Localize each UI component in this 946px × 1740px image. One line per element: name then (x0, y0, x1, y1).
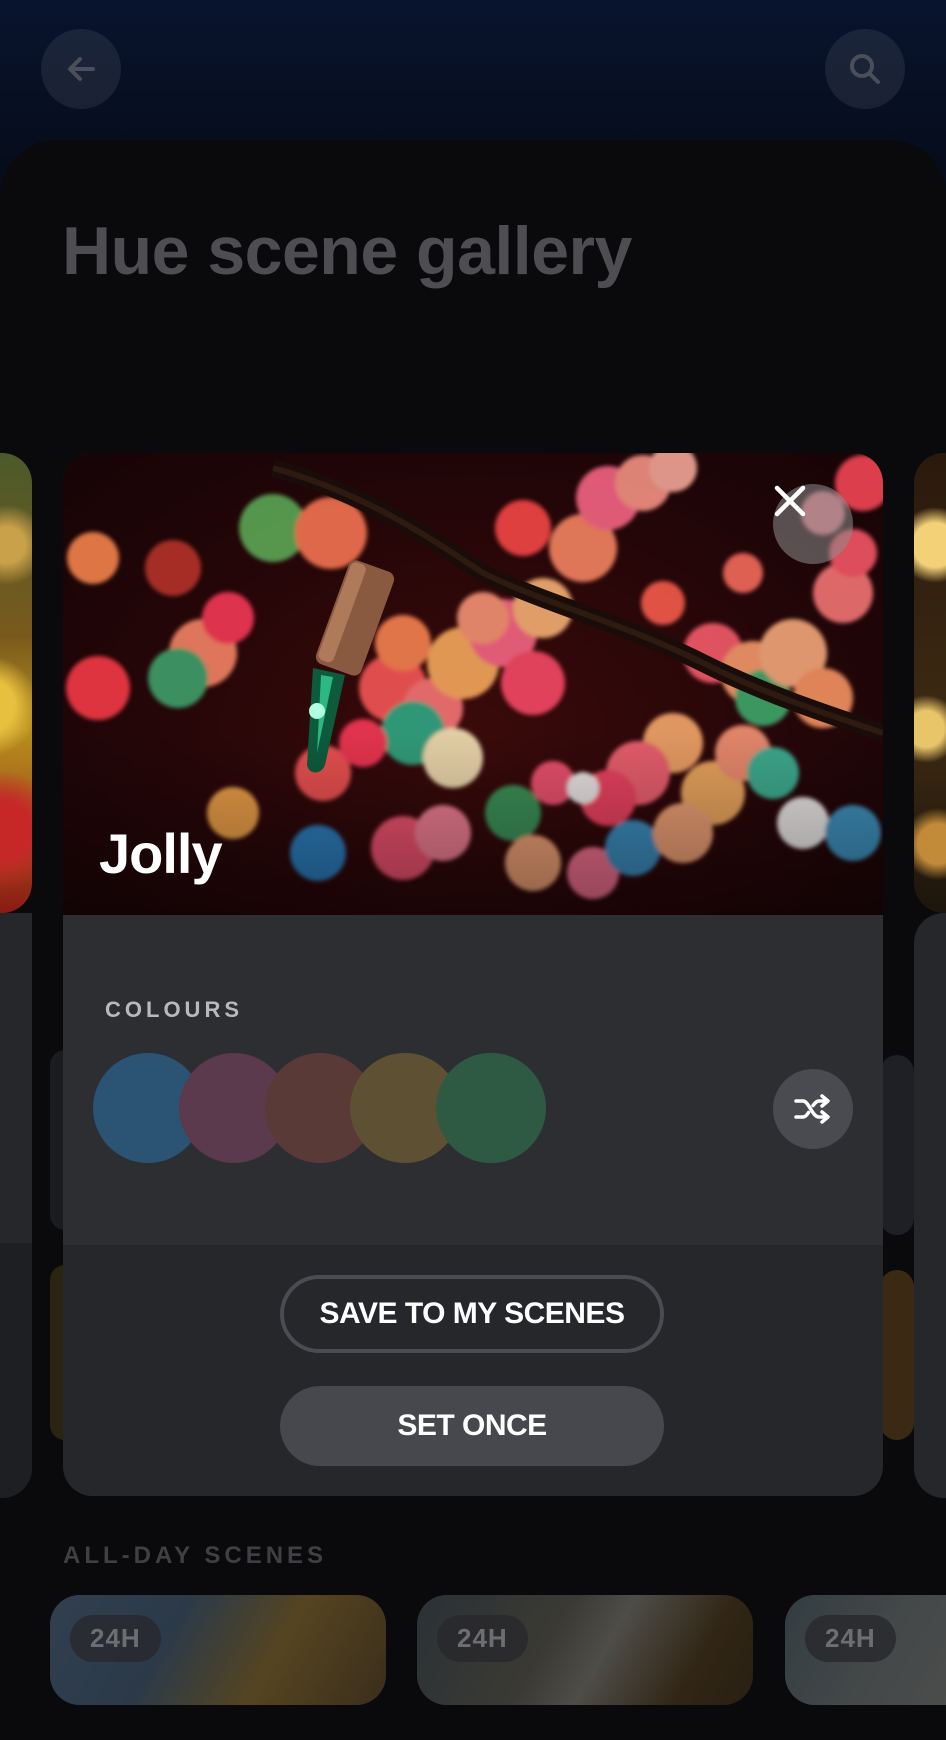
page-title: Hue scene gallery (62, 213, 632, 289)
previous-scene-card[interactable] (0, 453, 32, 913)
all-day-scene-tile[interactable]: 24H (50, 1595, 386, 1705)
shuffle-colours-button[interactable] (773, 1069, 853, 1149)
search-icon (850, 54, 880, 84)
scene-tile (880, 1270, 914, 1440)
shuffle-icon (794, 1094, 830, 1124)
all-day-scene-tile[interactable]: 24H (785, 1595, 946, 1705)
set-once-button[interactable]: SET ONCE (280, 1386, 664, 1466)
colours-label: COLOURS (105, 997, 243, 1022)
previous-scene-card-details (0, 913, 32, 1498)
scene-detail-card: Jolly COLOURS SAVE TO MY SCENES SET ONCE (63, 453, 883, 1496)
all-day-scenes-label: ALL-DAY SCENES (63, 1542, 328, 1569)
next-scene-card-details (914, 913, 946, 1498)
close-button[interactable] (773, 484, 853, 564)
scene-name: Jolly (99, 822, 223, 885)
save-to-my-scenes-button[interactable]: SAVE TO MY SCENES (280, 1275, 664, 1353)
close-icon (774, 485, 806, 517)
duration-badge: 24H (805, 1615, 896, 1662)
arrow-left-icon (68, 57, 95, 81)
back-button[interactable] (41, 29, 121, 109)
colour-swatch[interactable] (436, 1053, 546, 1163)
duration-badge: 24H (70, 1615, 161, 1662)
next-scene-card[interactable] (914, 453, 946, 913)
duration-badge: 24H (437, 1615, 528, 1662)
scene-image: Jolly (63, 453, 883, 915)
all-day-scene-tile[interactable]: 24H (417, 1595, 753, 1705)
scene-tile (880, 1055, 914, 1235)
search-button[interactable] (825, 29, 905, 109)
